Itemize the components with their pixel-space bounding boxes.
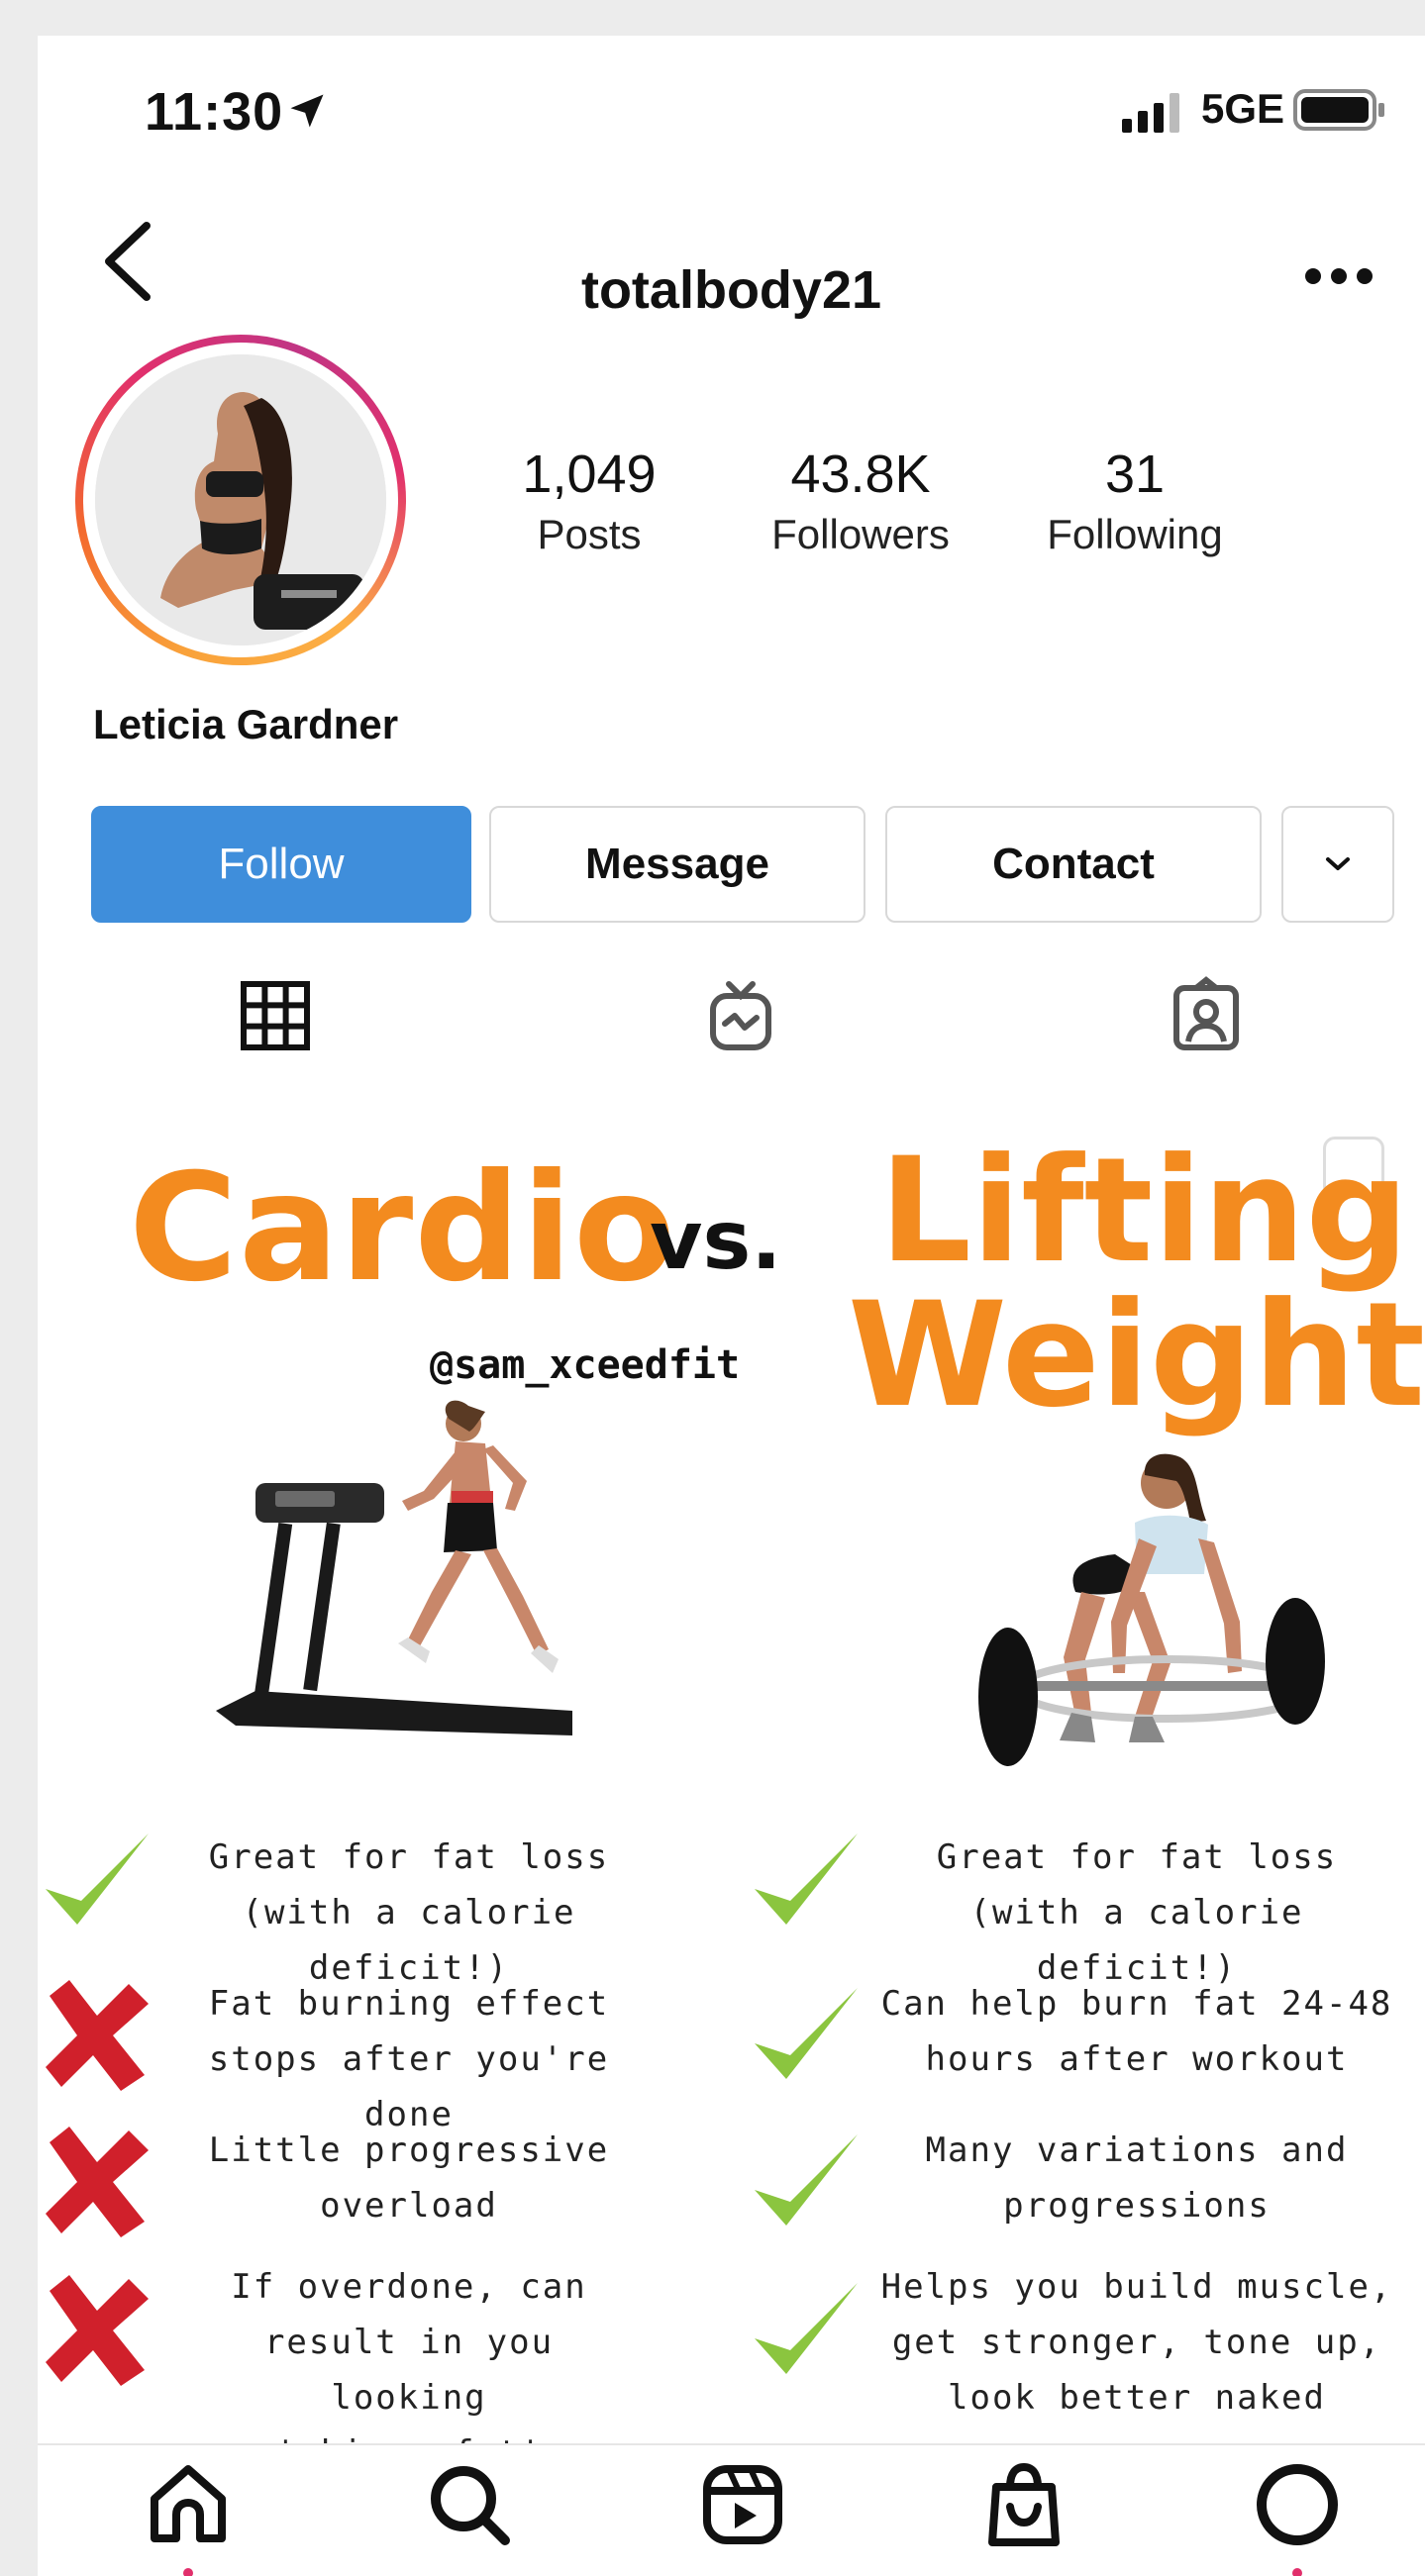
post-versus: vs. (650, 1194, 782, 1288)
message-button[interactable]: Message (489, 806, 865, 923)
lifting-point-3: Many variations and progressions (925, 2130, 1349, 2226)
profile-notification-dot (1292, 2568, 1302, 2576)
treadmill-runner-illustration (216, 1400, 572, 1735)
post-author-handle: @sam_xceedfit (430, 1342, 741, 1388)
stat-followers-count: 43.8K (790, 445, 931, 504)
bottom-tab-bar (38, 2443, 1425, 2576)
stat-followers-label: Followers (771, 511, 950, 557)
post-title-weights: Weights (848, 1271, 1425, 1439)
post-title-lifting: Lifting (879, 1127, 1409, 1295)
check-mark-icon (755, 1988, 858, 2079)
stat-posts[interactable]: 1,049 Posts (495, 444, 683, 558)
profile-icon[interactable] (1252, 2459, 1343, 2550)
phone-screen: 11:30 5GE totalbody21 1,049 Posts 43.8K … (38, 36, 1425, 2576)
lifting-point-1: Great for fat loss (with a calorie defic… (936, 1837, 1338, 1988)
suggested-accounts-button[interactable] (1281, 806, 1394, 923)
search-icon[interactable] (424, 2459, 515, 2550)
cardio-point-4: If overdone, can result in you looking '… (231, 2267, 587, 2443)
network-type: 5GE (1201, 85, 1285, 132)
signal-icon (1122, 93, 1179, 133)
avatar-photo (95, 354, 386, 645)
reels-icon[interactable] (697, 2459, 788, 2550)
cross-mark-icon (46, 2127, 149, 2237)
story-ring[interactable] (75, 335, 406, 665)
stat-following-label: Following (1047, 511, 1223, 557)
igtv-icon[interactable] (701, 976, 780, 1055)
check-mark-icon (755, 2134, 858, 2226)
cross-mark-icon (46, 1980, 149, 2091)
profile-username: totalbody21 (580, 260, 882, 320)
battery-icon (1293, 89, 1384, 131)
contact-button[interactable]: Contact (885, 806, 1262, 923)
stat-posts-count: 1,049 (522, 445, 657, 504)
trap-bar-deadlift-illustration (978, 1453, 1325, 1766)
post-image[interactable]: Cardio vs. Lifting Weights @sam_xceedfit (38, 1087, 1425, 2443)
stat-following[interactable]: 31 Following (1018, 444, 1252, 558)
cardio-point-3: Little progressive overload (208, 2130, 610, 2226)
home-notification-dot (183, 2568, 193, 2576)
stat-followers[interactable]: 43.8K Followers (743, 444, 978, 558)
cross-mark-icon (46, 2275, 149, 2386)
follow-button[interactable]: Follow (91, 806, 471, 923)
shop-icon[interactable] (978, 2459, 1069, 2550)
cardio-point-1: Great for fat loss (with a calorie defic… (208, 1837, 610, 1988)
cardio-point-2: Fat burning effect stops after you're do… (208, 1984, 610, 2134)
home-icon[interactable] (143, 2459, 234, 2550)
check-mark-icon (755, 1833, 858, 1925)
check-mark-icon (46, 1833, 149, 1925)
avatar[interactable] (95, 354, 386, 645)
post-title-cardio: Cardio (129, 1142, 677, 1315)
status-time: 11:30 (145, 82, 284, 142)
more-options-icon[interactable] (1303, 265, 1374, 287)
location-arrow-icon (290, 94, 324, 128)
stat-posts-label: Posts (537, 511, 642, 557)
lifting-point-2: Can help burn fat 24-48 hours after work… (880, 1984, 1393, 2079)
chevron-down-icon (1326, 857, 1350, 870)
grid-icon[interactable] (236, 976, 315, 1055)
lifting-point-4: Helps you build muscle, get stronger, to… (880, 2267, 1393, 2418)
stat-following-count: 31 (1104, 445, 1166, 504)
check-mark-icon (755, 2283, 858, 2374)
status-bar: 11:30 5GE (38, 36, 1425, 184)
tagged-icon[interactable] (1167, 976, 1246, 1055)
profile-full-name: Leticia Gardner (93, 701, 399, 747)
